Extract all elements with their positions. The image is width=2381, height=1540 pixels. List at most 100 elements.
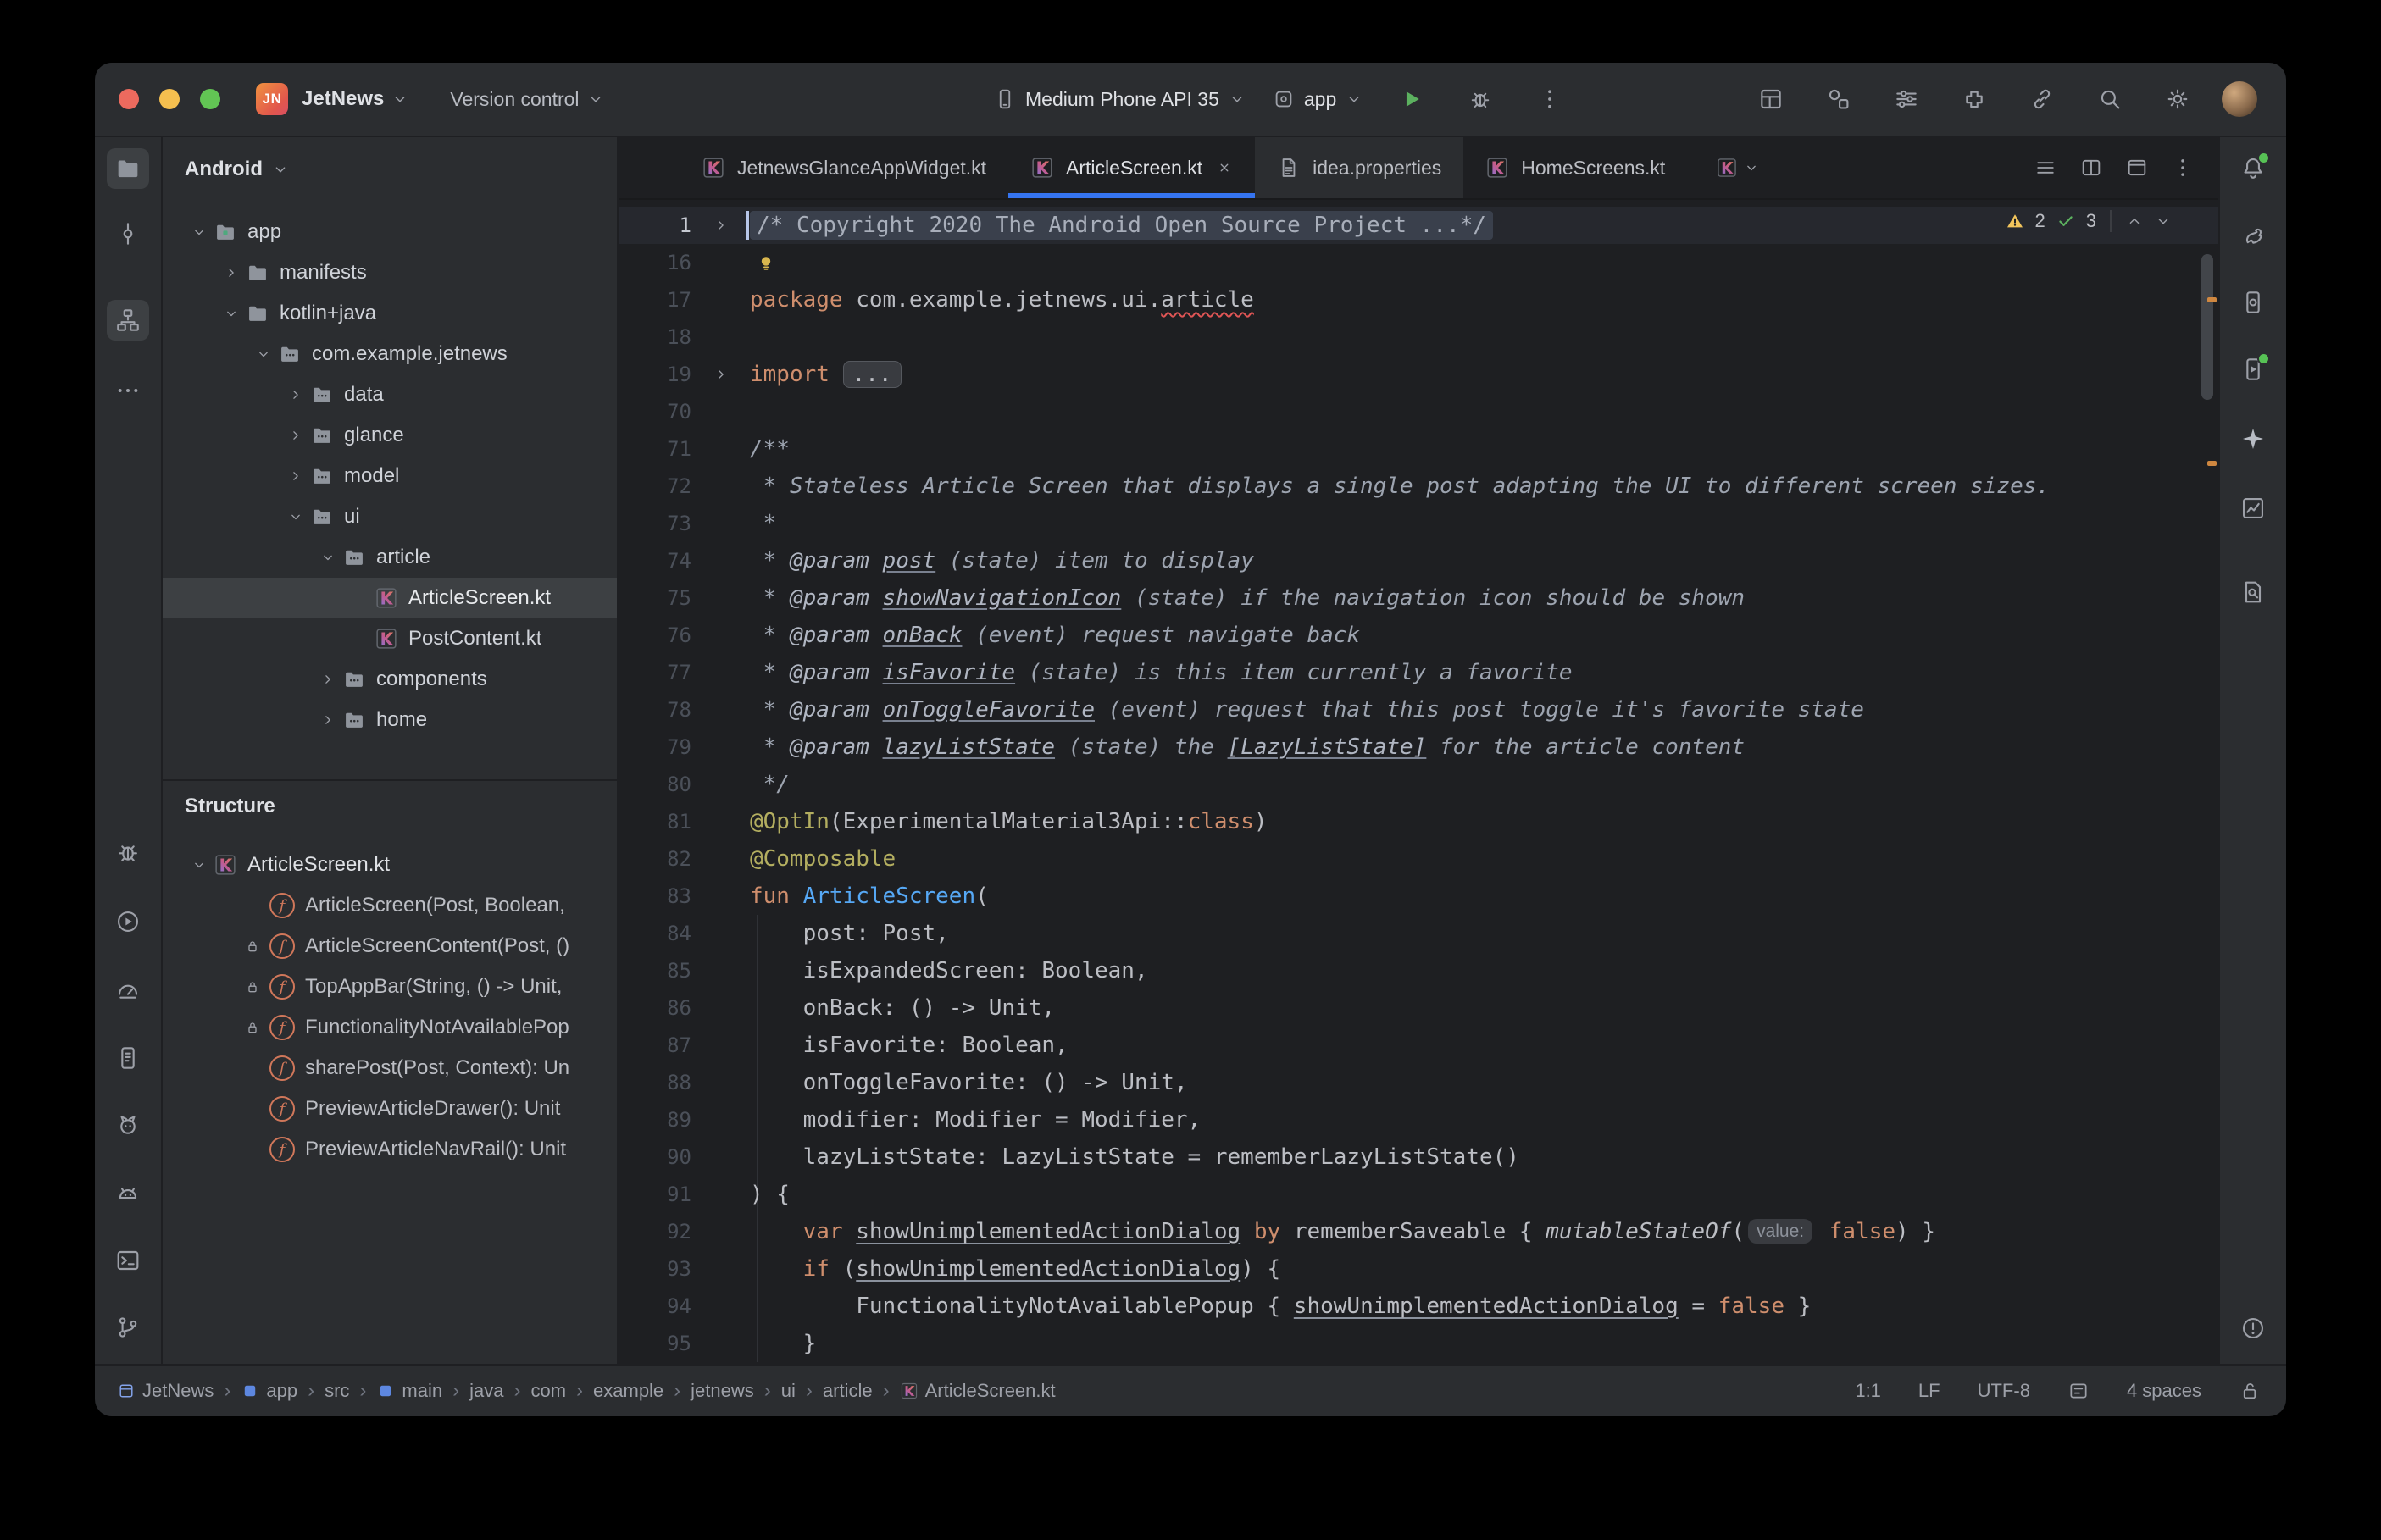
prev-problem-icon[interactable] (2125, 212, 2144, 230)
indent-icon[interactable] (2067, 1380, 2090, 1402)
tree-item-data[interactable]: data (163, 374, 617, 415)
split-editor-icon[interactable] (2079, 156, 2103, 180)
detach-editor-icon[interactable] (2125, 156, 2149, 180)
gutter-line-73[interactable]: 73 (619, 505, 691, 542)
gutter-line-1[interactable]: 1 (619, 207, 691, 244)
tree-item-com-example-jetnews[interactable]: com.example.jetnews (163, 334, 617, 374)
file-encoding[interactable]: UTF-8 (1978, 1380, 2030, 1402)
gutter-line-74[interactable]: 74 (619, 542, 691, 579)
breadcrumb-jetnews[interactable]: JetNews (117, 1380, 214, 1402)
gutter-line-19[interactable]: 19 (619, 356, 691, 393)
bug-tool-icon[interactable] (107, 832, 149, 872)
tab-list-icon[interactable] (2034, 156, 2057, 180)
structure-item-topappbar-string-unit[interactable]: fTopAppBar(String, () -> Unit, (163, 967, 617, 1007)
gutter-line-18[interactable]: 18 (619, 319, 691, 356)
unlock-icon[interactable] (2239, 1380, 2261, 1402)
fold-arrow-icon[interactable] (691, 207, 750, 244)
chevron-down-icon[interactable] (314, 549, 342, 566)
documentation-icon[interactable] (2232, 572, 2274, 612)
chevron-right-icon[interactable] (281, 468, 310, 485)
gutter-line-70[interactable]: 70 (619, 393, 691, 430)
version-control-menu[interactable]: Version control (450, 88, 604, 111)
gutter-line-94[interactable]: 94 (619, 1288, 691, 1325)
project-menu[interactable]: JetNews (302, 87, 409, 111)
device-selector[interactable]: Medium Phone API 35 (993, 87, 1246, 111)
fold-arrow-icon[interactable] (691, 356, 750, 393)
android-tool-icon[interactable] (107, 1173, 149, 1214)
gutter-line-93[interactable]: 93 (619, 1250, 691, 1288)
running-devices-icon[interactable] (2232, 349, 2274, 390)
debug-button[interactable] (1458, 77, 1502, 121)
gutter-line-84[interactable]: 84 (619, 915, 691, 952)
chevron-down-icon[interactable] (217, 305, 246, 322)
tree-item-manifests[interactable]: manifests (163, 252, 617, 293)
chevron-right-icon[interactable] (281, 427, 310, 444)
caret-position[interactable]: 1:1 (1855, 1380, 1881, 1402)
breadcrumb-jetnews[interactable]: jetnews (691, 1380, 754, 1402)
line-separator[interactable]: LF (1918, 1380, 1940, 1402)
project-view-selector[interactable]: Android (163, 137, 617, 202)
project-tool-icon[interactable] (107, 148, 149, 189)
terminal-tool-icon[interactable] (107, 1240, 149, 1281)
editor-scrollbar[interactable] (2201, 254, 2213, 400)
structure-item-functionalitynotavailablepop[interactable]: fFunctionalityNotAvailablePop (163, 1007, 617, 1048)
breadcrumb-main[interactable]: main (376, 1380, 442, 1402)
code-editor[interactable]: 1/* Copyright 2020 The Android Open Sour… (619, 200, 2218, 1364)
search-icon[interactable] (2086, 79, 2134, 119)
device-explorer-tool-icon[interactable] (107, 1038, 149, 1078)
gemini-icon[interactable] (2232, 418, 2274, 459)
inspection-widget[interactable]: 2 3 (2005, 210, 2173, 232)
gutter-line-72[interactable]: 72 (619, 468, 691, 505)
gutter-line-71[interactable]: 71 (619, 430, 691, 468)
run-config-selector[interactable]: app (1272, 87, 1363, 111)
profiler-tool-icon[interactable] (107, 970, 149, 1011)
tree-item-ui[interactable]: ui (163, 496, 617, 537)
link-icon[interactable] (2018, 79, 2066, 119)
chevron-down-icon[interactable] (185, 224, 214, 241)
gradle-icon[interactable] (2232, 215, 2274, 256)
more-actions-button[interactable] (1528, 77, 1572, 121)
chevron-right-icon[interactable] (281, 386, 310, 403)
gutter-line-76[interactable]: 76 (619, 617, 691, 654)
gutter-line-95[interactable]: 95 (619, 1325, 691, 1362)
chevron-down-icon[interactable] (185, 856, 214, 873)
gutter-line-91[interactable]: 91 (619, 1176, 691, 1213)
version-control-tool-icon[interactable] (107, 1307, 149, 1348)
tree-item-kotlin-java[interactable]: kotlin+java (163, 293, 617, 334)
structure-tool-icon[interactable] (107, 300, 149, 341)
compose-preview-icon[interactable] (1815, 79, 1862, 119)
logcat-tool-icon[interactable] (107, 1105, 149, 1145)
chevron-down-icon[interactable] (281, 508, 310, 525)
run-tool-icon[interactable] (107, 901, 149, 942)
more-tools-icon[interactable] (107, 370, 149, 411)
structure-item-sharepost-post-context-un[interactable]: fsharePost(Post, Context): Un (163, 1048, 617, 1089)
chevron-down-icon[interactable] (249, 346, 278, 363)
gutter-line-92[interactable]: 92 (619, 1213, 691, 1250)
gutter-line-81[interactable]: 81 (619, 803, 691, 840)
gutter-line-78[interactable]: 78 (619, 691, 691, 728)
breadcrumb-example[interactable]: example (593, 1380, 663, 1402)
tree-item-home[interactable]: home (163, 700, 617, 740)
breadcrumb-app[interactable]: app (241, 1380, 297, 1402)
gutter-line-89[interactable]: 89 (619, 1101, 691, 1138)
gutter-line-85[interactable]: 85 (619, 952, 691, 989)
gutter-line-86[interactable]: 86 (619, 989, 691, 1027)
tab-idea-properties[interactable]: idea.properties (1255, 137, 1463, 198)
breadcrumb-java[interactable]: java (469, 1380, 503, 1402)
chevron-right-icon[interactable] (217, 264, 246, 281)
tab-homescreens-kt[interactable]: HomeScreens.kt (1463, 137, 1687, 198)
gutter-line-17[interactable]: 17 (619, 281, 691, 319)
structure-item-articlescreen-post-boolean[interactable]: fArticleScreen(Post, Boolean, (163, 885, 617, 926)
tree-item-articlescreen-kt[interactable]: ArticleScreen.kt (163, 578, 617, 618)
device-manager-icon[interactable] (2232, 282, 2274, 323)
warning-stripe-mark[interactable] (2207, 461, 2217, 466)
settings-icon[interactable] (2154, 79, 2201, 119)
problems-icon[interactable] (2232, 1308, 2274, 1349)
intention-bulb-icon[interactable] (755, 252, 777, 274)
user-avatar[interactable] (2222, 81, 2257, 117)
breadcrumb-article[interactable]: article (823, 1380, 873, 1402)
structure-item-previewarticlenavrail-unit[interactable]: fPreviewArticleNavRail(): Unit (163, 1129, 617, 1170)
breadcrumb-ui[interactable]: ui (781, 1380, 796, 1402)
breadcrumb-com[interactable]: com (530, 1380, 566, 1402)
close-tab-icon[interactable] (1216, 159, 1233, 176)
